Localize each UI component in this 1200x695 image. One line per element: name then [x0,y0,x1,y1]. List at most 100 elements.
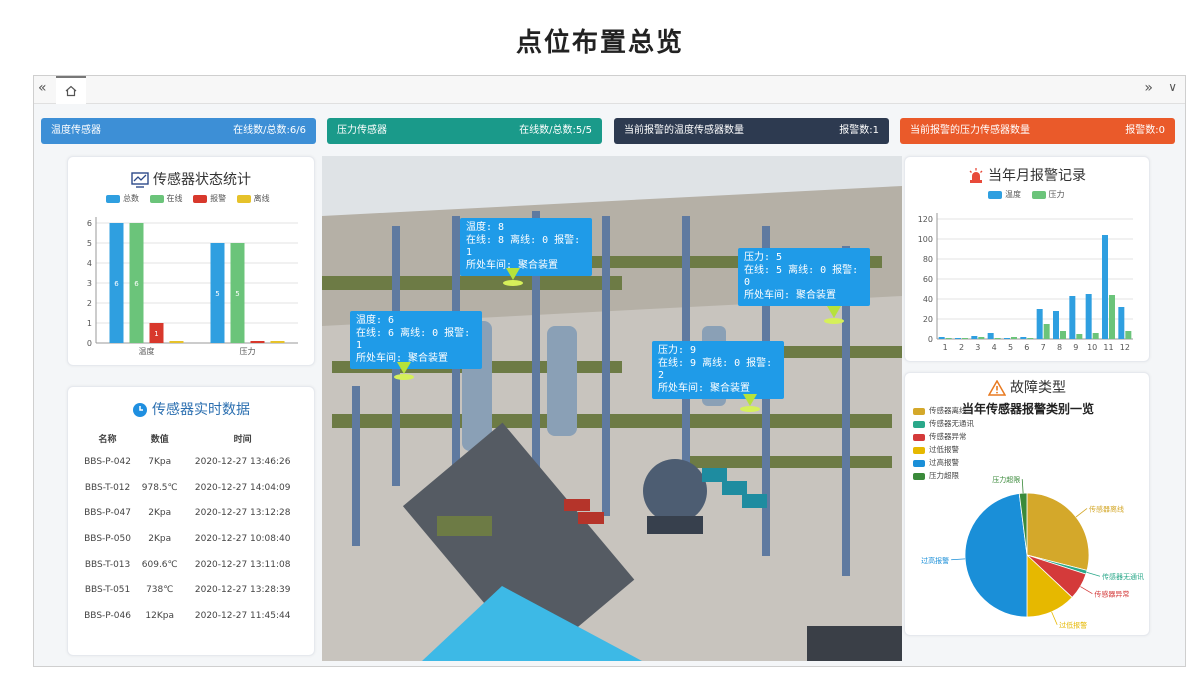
popup-line: 所处车间: 聚合装置 [356,352,449,364]
pie-label: 压力超限 [992,475,1020,484]
table-cell: 2020-12-27 14:04:09 [194,482,291,493]
stat-value: 在线数/总数:6/6 [233,125,306,136]
legend-swatch [193,194,208,203]
pie-title: 当年传感器报警类别一览 [962,401,1094,416]
y-tick-label: 0 [928,335,933,344]
data-label: 5 [215,290,219,298]
table-cell: BBS-P-046 [84,610,131,621]
factory-illustration [322,156,902,661]
popup-line: 在线: 9 离线: 0 报警: 2 [658,357,773,382]
scroll-left-icon[interactable]: « [38,80,47,96]
pie-label: 传感器异常 [1094,590,1129,599]
legend-swatch [236,194,251,203]
stat-label: 当前报警的温度传感器数量 [624,125,744,136]
x-tick-label: 11 [1103,343,1113,352]
panel-title: 当年月报警记录 [988,168,1086,184]
sensor-status-header: 传感器状态统计 [68,169,314,189]
table-cell: 2020-12-27 10:08:40 [194,533,291,544]
x-tick-label: 4 [992,343,997,352]
legend-swatch [1031,190,1046,199]
location-pin-icon[interactable] [506,268,520,280]
app-window: « » ∨ 温度传感器 在线数/总数:6/6 压力传感器 在线数/总数:5/5 … [33,75,1186,667]
temperature-alarm-stat: 当前报警的温度传感器数量 报警数:1 [614,118,889,144]
table-cell: BBS-P-050 [84,533,131,544]
bar [1020,337,1027,339]
stat-label: 压力传感器 [337,125,387,136]
scene-popup-pressure-1[interactable]: 压力: 5 在线: 5 离线: 0 报警: 0 所处车间: 聚合装置 [738,248,870,306]
table-row: BBS-P-042 7Kpa 2020-12-27 13:46:26 [78,449,303,475]
monthly-alarm-panel: 当年月报警记录 温度 压力 0 20 40 60 80 100 120 1 2 3 4 5 6 7 8 9 10… [904,156,1150,362]
tab-menu-icon[interactable]: ∨ [1168,80,1177,94]
y-tick-label: 100 [918,235,933,244]
clock-icon [133,403,147,417]
pie-leader-line [951,558,966,561]
y-tick-label: 0 [87,339,92,348]
table-cell: 2020-12-27 13:12:28 [194,508,291,519]
data-label: 6 [134,280,139,288]
table-row: BBS-P-047 2Kpa 2020-12-27 13:12:28 [78,500,303,526]
popup-line: 所处车间: 聚合装置 [744,289,837,301]
monthly-alarm-header: 当年月报警记录 [905,165,1149,185]
x-tick-label: 7 [1041,343,1046,352]
location-pin-icon[interactable] [827,306,841,318]
table-row: BBS-P-046 12Kpa 2020-12-27 11:45:44 [78,603,303,629]
panel-title: 传感器实时数据 [152,402,250,418]
alarm-legend: 温度 压力 [980,189,1065,200]
legend-label: 压力 [1048,190,1065,199]
y-tick-label: 2 [87,299,92,308]
stat-label: 温度传感器 [51,125,101,136]
table-cell: 7Kpa [148,456,172,467]
legend-label: 在线 [166,194,183,203]
table-cell: 978.5℃ [141,482,178,493]
popup-line: 温度: 8 [466,222,505,233]
factory-3d-scene[interactable]: 温度: 8 在线: 8 离线: 0 报警: 1 所处车间: 聚合装置 压力: 5… [322,156,902,661]
bar [270,341,285,343]
bar [1011,337,1017,339]
x-tick-label: 6 [1024,343,1029,352]
popup-line: 在线: 5 离线: 0 报警: 0 [744,264,859,289]
bar [1043,324,1050,339]
legend-swatch [106,194,120,203]
bar [962,338,968,339]
bar [1060,331,1066,339]
legend-label: 报警 [210,194,227,203]
bar [987,333,994,339]
pie-label: 过低报警 [1059,621,1087,630]
fault-type-header: 故障类型 [905,377,1149,397]
x-tick-label: 12 [1120,343,1130,352]
home-icon [65,85,77,97]
location-pin-icon[interactable] [743,394,757,406]
scene-popup-pressure-2[interactable]: 压力: 9 在线: 9 离线: 0 报警: 2 所处车间: 聚合装置 [652,341,784,399]
x-tick-label: 1 [943,343,948,352]
bar [1085,294,1092,339]
bar [1036,309,1043,339]
bar [1076,334,1083,339]
scene-popup-temperature-1[interactable]: 温度: 8 在线: 8 离线: 0 报警: 1 所处车间: 聚合装置 [460,218,592,276]
table-row: BBS-P-050 2Kpa 2020-12-27 10:08:40 [78,526,303,552]
stat-value: 在线数/总数:5/5 [519,125,592,136]
bar [1053,311,1059,339]
pie-label: 过高报警 [921,556,949,565]
data-label: 6 [114,280,119,288]
bar [1004,338,1010,339]
pie-leader-line [1086,571,1101,577]
scroll-right-icon[interactable]: » [1144,80,1153,96]
legend-swatch [149,194,164,203]
bar [994,338,1001,339]
table-cell: 2020-12-27 11:45:44 [194,610,291,621]
realtime-header: 传感器实时数据 [68,399,314,419]
x-tick-label: 10 [1087,343,1097,352]
fault-type-panel: 故障类型 传感器离线 传感器无通讯 传感器异常 过低报警 过高报警 压力超限 当年传感器报… [904,372,1150,636]
table-cell: BBS-T-012 [84,482,131,493]
realtime-table: 名称 数值 时间 BBS-P-042 7Kpa 2020-12-27 13:46:2… [78,427,303,629]
tab-home[interactable] [56,76,86,104]
bar [1109,295,1115,339]
location-pin-icon[interactable] [397,362,411,374]
scene-popup-temperature-2[interactable]: 温度: 6 在线: 6 离线: 0 报警: 1 所处车间: 聚合装置 [350,311,482,369]
monthly-alarm-bar-chart: 0204060801001201 2 3 4 5 6 7 8 9 10 11 12 [918,213,1133,352]
pressure-alarm-stat: 当前报警的压力传感器数量 报警数:0 [900,118,1175,144]
popup-line: 在线: 8 离线: 0 报警: 1 [466,234,581,259]
table-row: BBS-T-012 978.5℃ 2020-12-27 14:04:09 [78,475,303,501]
column-header: 名称 [98,434,117,445]
table-cell: BBS-P-042 [84,456,131,467]
